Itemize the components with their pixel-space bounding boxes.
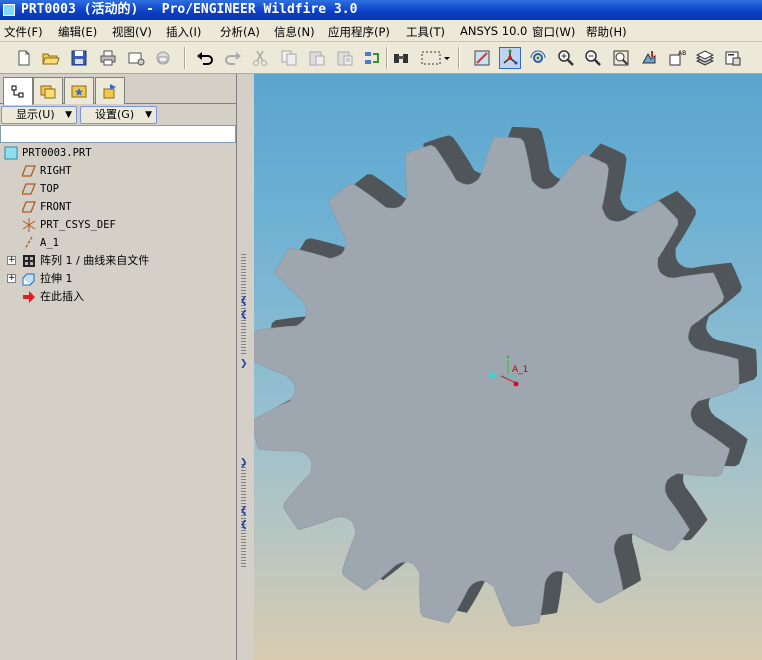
axis-label: A_1 (512, 365, 529, 375)
model-tree-icon (11, 85, 24, 97)
collapse-arrow-icon[interactable]: ❮ (240, 520, 248, 530)
spin-center-icon[interactable] (499, 47, 521, 69)
toolbar-separator (184, 47, 186, 69)
orient-mode-icon[interactable] (527, 47, 549, 69)
part-icon (4, 146, 18, 160)
csys-x-marker (513, 381, 519, 387)
collapse-arrow-icon[interactable]: ❮ (240, 310, 248, 320)
cut-icon[interactable] (249, 47, 271, 69)
email-icon[interactable] (125, 47, 147, 69)
expand-arrow-icon[interactable]: ❯ (240, 458, 248, 468)
navigator-tabs (0, 74, 236, 105)
collapse-arrow-icon[interactable]: ❮ (240, 296, 248, 306)
menu-insert[interactable]: 插入(I) (166, 24, 201, 40)
connections-icon (103, 84, 116, 99)
main-toolbar: AB (0, 42, 762, 74)
csys-y-marker (506, 355, 510, 359)
tree-item-label: 阵列 1 / 曲线来自文件 (40, 254, 150, 267)
collapse-arrow-icon[interactable]: ❮ (240, 506, 248, 516)
find-icon[interactable] (390, 47, 412, 69)
navigator-panel: 显示(U) ▼ 设置(G) ▼ PRT0003.PRT RIGHT TOP FR… (0, 74, 236, 660)
tab-connections[interactable] (95, 77, 125, 104)
settings-dropdown-label: 设置(G) (95, 108, 135, 121)
menu-applications[interactable]: 应用程序(P) (328, 24, 390, 40)
toolbar-separator (386, 47, 388, 69)
graphics-viewport[interactable]: A_1 (254, 74, 762, 660)
datum-plane-icon (22, 201, 36, 213)
tree-item-label: TOP (40, 183, 59, 195)
send-icon[interactable] (152, 47, 174, 69)
tab-favorites[interactable] (64, 77, 94, 104)
panel-splitter[interactable]: ❮ ❮ ❯ ❯ ❮ ❮ (236, 74, 254, 660)
show-dropdown-label: 显示(U) (16, 108, 55, 121)
tab-folder-browser[interactable] (33, 77, 63, 104)
tree-item-label: PRT_CSYS_DEF (40, 219, 116, 231)
zoom-in-icon[interactable] (555, 47, 577, 69)
menu-analysis[interactable]: 分析(A) (220, 24, 260, 40)
datum-plane-icon (22, 165, 36, 177)
open-icon[interactable] (40, 47, 62, 69)
redo-icon[interactable] (222, 47, 244, 69)
zoom-out-icon[interactable] (582, 47, 604, 69)
layers-icon[interactable] (694, 47, 716, 69)
folder-browser-icon (40, 85, 56, 99)
settings-dropdown-button[interactable]: 设置(G) ▼ (80, 106, 157, 124)
csys-icon (22, 218, 36, 232)
menu-tools[interactable]: 工具(T) (406, 24, 445, 40)
undo-icon[interactable] (194, 47, 216, 69)
tree-item-label: A_1 (40, 237, 59, 249)
expand-arrow-icon[interactable]: ❯ (240, 359, 248, 369)
insert-here-arrow-icon (23, 291, 35, 303)
menu-ansys[interactable]: ANSYS 10.0 (460, 24, 527, 38)
tab-model-tree[interactable] (3, 77, 33, 105)
pattern-icon (23, 255, 35, 267)
paste-special-icon[interactable] (334, 47, 356, 69)
tree-item-label: 在此插入 (40, 290, 84, 303)
select-box-icon[interactable] (418, 47, 452, 69)
tree-root-label: PRT0003.PRT (22, 147, 92, 159)
menu-window[interactable]: 窗口(W) (532, 24, 575, 40)
menu-info[interactable]: 信息(N) (274, 24, 315, 40)
menu-edit[interactable]: 编辑(E) (58, 24, 97, 40)
datum-plane-icon (22, 183, 36, 195)
window-title: PRT0003 (活动的) - Pro/ENGINEER Wildfire 3.… (21, 2, 358, 17)
tree-item-label: 拉伸 1 (40, 272, 73, 285)
expand-toggle[interactable]: + (7, 274, 16, 283)
view-manager-icon[interactable] (722, 47, 744, 69)
csys-x-axis (500, 375, 517, 384)
splitter-grip[interactable] (241, 464, 246, 569)
menu-bar: 文件(F) 编辑(E) 视图(V) 插入(I) 分析(A) 信息(N) 应用程序… (0, 20, 762, 42)
chevron-down-icon: ▼ (65, 110, 72, 120)
tree-filter-field[interactable] (0, 125, 236, 143)
svg-text:AB: AB (678, 50, 686, 57)
model-tree: PRT0003.PRT RIGHT TOP FRONT PRT_CSYS_DEF… (0, 143, 236, 660)
refit-icon[interactable] (610, 47, 632, 69)
show-dropdown-button[interactable]: 显示(U) ▼ (1, 106, 77, 124)
datum-axis-icon (24, 236, 33, 250)
csys-origin-marker (489, 372, 495, 378)
paste-icon[interactable] (306, 47, 328, 69)
reorient-icon[interactable] (638, 47, 660, 69)
extrude-icon (22, 273, 35, 286)
tree-item-label: RIGHT (40, 165, 72, 177)
favorites-icon (71, 85, 87, 98)
expand-toggle[interactable]: + (7, 256, 16, 265)
toolbar-separator (458, 47, 460, 69)
tree-item-label: FRONT (40, 201, 72, 213)
menu-view[interactable]: 视图(V) (112, 24, 152, 40)
menu-file[interactable]: 文件(F) (4, 24, 43, 40)
datum-axis-display (489, 355, 519, 387)
view-repaint-icon[interactable] (471, 47, 493, 69)
menu-help[interactable]: 帮助(H) (586, 24, 627, 40)
print-icon[interactable] (97, 47, 119, 69)
saved-views-icon[interactable]: AB (666, 47, 688, 69)
copy-icon[interactable] (278, 47, 300, 69)
chevron-down-icon: ▼ (145, 110, 152, 120)
app-icon (3, 4, 15, 16)
regenerate-icon[interactable] (361, 47, 383, 69)
save-icon[interactable] (68, 47, 90, 69)
title-bar: PRT0003 (活动的) - Pro/ENGINEER Wildfire 3.… (0, 0, 762, 20)
new-icon[interactable] (13, 47, 35, 69)
